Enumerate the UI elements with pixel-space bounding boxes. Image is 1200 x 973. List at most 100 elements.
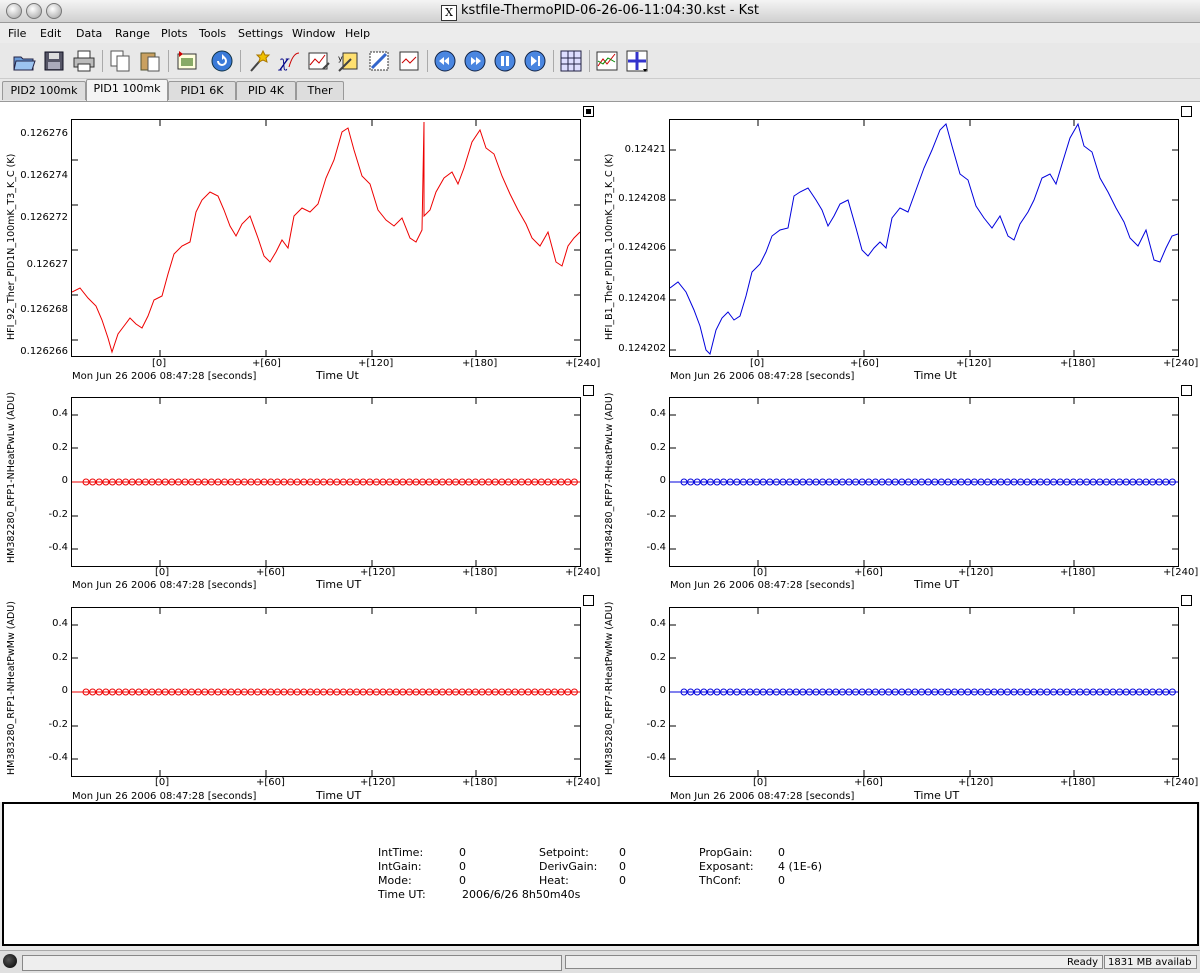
data-wizard-icon[interactable]	[247, 49, 271, 73]
activity-indicator-icon	[3, 954, 17, 968]
pause-icon[interactable]	[493, 49, 517, 73]
plot-panel[interactable]: HM385280_RFP7-RHeatPwMw (ADU) 0.4 0.2 0 …	[598, 593, 1198, 803]
plot-area[interactable]	[669, 607, 1179, 777]
y-tick-label: 0.12627	[26, 259, 68, 270]
menu-edit[interactable]: Edit	[40, 27, 61, 40]
menu-file[interactable]: File	[8, 27, 26, 40]
data-curve	[71, 120, 581, 356]
y-tick-label: 0.2	[650, 442, 666, 453]
reload-icon[interactable]	[210, 49, 234, 73]
x-tick-label: +[180]	[462, 358, 498, 369]
plot-panel[interactable]: HM382280_RFP1-NHeatPwLw (ADU) 0.4 0.2 0 …	[0, 383, 600, 593]
x-axis-label: Time UT	[316, 578, 362, 591]
plugin-icon[interactable]: χ	[277, 49, 301, 73]
matrix-icon[interactable]	[367, 49, 391, 73]
plot-select-box[interactable]	[1181, 595, 1192, 606]
progress-bar	[22, 955, 562, 971]
forward-icon[interactable]	[463, 49, 487, 73]
x-tick-label: [0]	[152, 358, 167, 369]
data-curve	[669, 120, 1179, 356]
exposant-value: 4 (1E-6)	[778, 860, 822, 873]
tab-pid1-100mk[interactable]: PID1 100mk	[86, 79, 168, 101]
y-tick-label: 0	[61, 685, 68, 696]
menu-range[interactable]: Range	[115, 27, 150, 40]
status-panel: IntTime: 0 IntGain: 0 Mode: 0 Time UT: 2…	[2, 802, 1199, 946]
plot-area[interactable]	[71, 119, 581, 357]
export-image-icon[interactable]	[175, 49, 199, 73]
x-axis-info: Mon Jun 26 2006 08:47:28 [seconds]	[670, 791, 855, 802]
y-tick-label: 0.126274	[20, 170, 68, 181]
exposant-label: Exposant:	[699, 860, 754, 873]
y-tick-label: -0.4	[48, 542, 68, 553]
x-tick-label: +[180]	[462, 567, 498, 578]
copy-icon[interactable]	[108, 49, 132, 73]
tab-pid2-100mk[interactable]: PID2 100mk	[2, 81, 86, 100]
y-tick-label: 0.126276	[20, 128, 68, 139]
menu-plots[interactable]: Plots	[161, 27, 187, 40]
inttime-value: 0	[459, 846, 466, 859]
menu-data[interactable]: Data	[76, 27, 102, 40]
y-tick-label: -0.4	[646, 542, 666, 553]
plot-select-box[interactable]	[1181, 106, 1192, 117]
plot-area[interactable]	[669, 397, 1179, 567]
propgain-label: PropGain:	[699, 846, 753, 859]
plot-panel[interactable]: HM384280_RFP7-RHeatPwLw (ADU) 0.4 0.2 0 …	[598, 383, 1198, 593]
x-tick-label: [0]	[753, 777, 768, 788]
end-icon[interactable]	[523, 49, 547, 73]
zoom-xy-icon[interactable]	[625, 49, 649, 73]
x-axis-info: Mon Jun 26 2006 08:47:28 [seconds]	[670, 371, 855, 382]
print-icon[interactable]	[72, 49, 96, 73]
derivgain-value: 0	[619, 860, 626, 873]
y-tick-label: 0.126268	[20, 304, 68, 315]
vector-icon[interactable]: y	[337, 49, 361, 73]
y-tick-label: 0.124202	[618, 343, 666, 354]
zoom-plot-icon[interactable]	[595, 49, 619, 73]
status-bar: Ready 1831 MB availab	[0, 950, 1200, 973]
status-message: Ready	[565, 955, 1103, 969]
x-tick-label: +[60]	[252, 358, 281, 369]
menu-tools[interactable]: Tools	[199, 27, 226, 40]
menu-window[interactable]: Window	[292, 27, 335, 40]
tab-pid1-6k[interactable]: PID1 6K	[168, 81, 236, 100]
plot-panel[interactable]: HFI_92_Ther_PID1N_100mK_T3_K_C (K) 0.126…	[0, 102, 600, 382]
setpoint-value: 0	[619, 846, 626, 859]
thconf-label: ThConf:	[699, 874, 742, 887]
plot-select-box[interactable]	[1181, 385, 1192, 396]
x-tick-label: +[180]	[462, 777, 498, 788]
plot-area[interactable]	[71, 397, 581, 567]
x-tick-label: [0]	[753, 567, 768, 578]
edit-plot-icon[interactable]	[307, 49, 331, 73]
tab-ther[interactable]: Ther	[296, 81, 344, 100]
paste-icon[interactable]	[138, 49, 162, 73]
tab-pid-4k[interactable]: PID 4K	[236, 81, 296, 100]
x-tick-label: +[240]	[565, 358, 601, 369]
x-tick-label: +[60]	[854, 567, 883, 578]
event-icon[interactable]	[397, 49, 421, 73]
data-curve	[670, 398, 1178, 566]
y-tick-label: 0.124208	[618, 193, 666, 204]
open-icon[interactable]	[12, 49, 36, 73]
plot-select-box[interactable]	[583, 106, 594, 117]
menu-settings[interactable]: Settings	[238, 27, 283, 40]
x-tick-label: [0]	[750, 358, 765, 369]
plot-panel[interactable]: HFI_B1_Ther_PID1R_100mK_T3_K_C (K) 0.124…	[598, 102, 1198, 382]
x-axis-info: Mon Jun 26 2006 08:47:28 [seconds]	[72, 791, 257, 802]
x-tick-label: +[60]	[850, 358, 879, 369]
plot-area[interactable]	[669, 119, 1179, 357]
x-tick-label: +[180]	[1060, 358, 1096, 369]
plot-area[interactable]	[71, 607, 581, 777]
x-tick-label: +[240]	[1163, 567, 1199, 578]
thconf-value: 0	[778, 874, 785, 887]
plot-select-box[interactable]	[583, 595, 594, 606]
menu-help[interactable]: Help	[345, 27, 370, 40]
save-icon[interactable]	[42, 49, 66, 73]
plot-panel[interactable]: HM383280_RFP1-NHeatPwMw (ADU) 0.4 0.2 0 …	[0, 593, 600, 803]
layout-grid-icon[interactable]	[559, 49, 583, 73]
back-icon[interactable]	[433, 49, 457, 73]
y-tick-label: -0.2	[48, 719, 68, 730]
plot-select-box[interactable]	[583, 385, 594, 396]
menu-bar: File Edit Data Range Plots Tools Setting…	[0, 23, 1200, 43]
svg-text:y: y	[338, 54, 343, 63]
toolbar: χ y	[0, 44, 1200, 79]
x-tick-label: +[120]	[360, 777, 396, 788]
